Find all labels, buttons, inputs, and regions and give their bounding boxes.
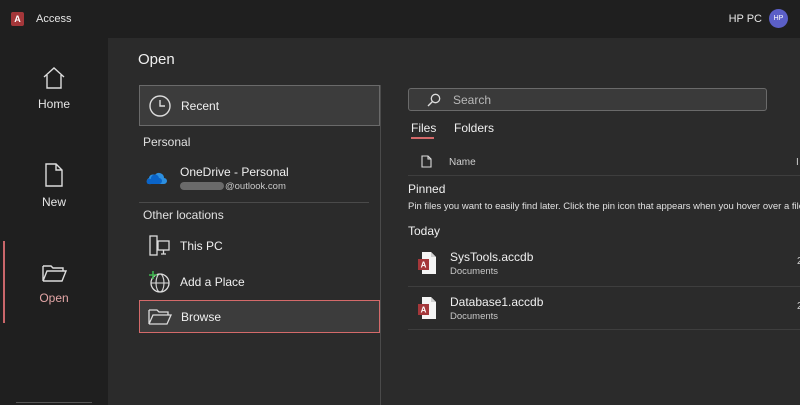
location-add-place[interactable]: Add a Place — [139, 263, 380, 301]
title-bar: A Access HP PC HP — [0, 0, 800, 38]
search-box[interactable]: Search — [408, 88, 767, 111]
redacted-email-blur — [180, 182, 224, 191]
nav-active-indicator — [3, 241, 5, 323]
location-onedrive[interactable]: OneDrive - Personal @outlook.com — [139, 160, 380, 200]
access-file-icon: A — [418, 252, 436, 274]
home-icon — [43, 66, 65, 89]
nav-item-label: Open — [39, 290, 69, 305]
location-label: Add a Place — [180, 275, 245, 289]
divider — [408, 329, 800, 330]
new-document-icon — [45, 162, 63, 187]
nav-item-label: New — [41, 194, 66, 209]
location-label: This PC — [180, 239, 223, 253]
location-label: Recent — [181, 98, 220, 113]
nav-item-home[interactable]: Home — [0, 48, 108, 128]
access-logo-icon: A — [11, 12, 24, 26]
file-row[interactable]: A SysTools.accdb Documents 2 — [408, 245, 800, 285]
today-header: Today — [408, 224, 441, 238]
clock-icon — [145, 93, 175, 119]
divider — [408, 175, 800, 176]
backstage-nav: Home New Open — [0, 38, 108, 405]
other-locations-header: Other locations — [143, 208, 224, 222]
onedrive-email: @outlook.com — [180, 181, 286, 192]
nav-item-new[interactable]: New — [0, 145, 108, 225]
search-input[interactable]: Search — [453, 93, 491, 107]
computer-icon — [144, 233, 174, 259]
personal-section-header: Personal — [143, 135, 191, 149]
location-label: Browse — [181, 309, 222, 324]
svg-text:A: A — [421, 306, 427, 315]
avatar[interactable]: HP — [769, 9, 788, 28]
location-this-pc[interactable]: This PC — [139, 227, 380, 265]
email-suffix: @outlook.com — [225, 181, 286, 192]
divider — [408, 286, 800, 287]
file-type-column-icon — [421, 155, 432, 168]
file-name: SysTools.accdb — [450, 250, 534, 264]
onedrive-cloud-icon — [146, 173, 167, 185]
search-icon — [427, 93, 441, 106]
svg-text:A: A — [421, 261, 427, 270]
app-title: Access — [36, 13, 72, 25]
column-header-name[interactable]: Name — [449, 157, 476, 168]
nav-divider — [16, 402, 92, 403]
tab-folders[interactable]: Folders — [454, 121, 494, 135]
tab-files[interactable]: Files — [411, 121, 436, 135]
pinned-description: Pin files you want to easily find later.… — [408, 201, 800, 212]
file-name: Database1.accdb — [450, 295, 544, 309]
access-file-icon: A — [418, 297, 436, 319]
globe-add-icon — [144, 269, 174, 295]
pinned-header: Pinned — [408, 182, 446, 196]
location-recent[interactable]: Recent — [139, 85, 380, 126]
active-tab-indicator — [411, 137, 434, 139]
onedrive-name: OneDrive - Personal — [180, 165, 289, 179]
divider — [139, 202, 369, 203]
page-title: Open — [138, 51, 175, 68]
nav-item-label: Home — [37, 96, 70, 111]
location-browse[interactable]: Browse — [139, 300, 380, 333]
user-name[interactable]: HP PC — [729, 13, 762, 25]
open-folder-icon — [42, 264, 67, 282]
pane-divider — [380, 85, 381, 405]
column-header-clipped[interactable]: I — [796, 157, 799, 168]
file-location: Documents — [450, 311, 499, 322]
nav-item-open[interactable]: Open — [0, 243, 108, 323]
file-location: Documents — [450, 266, 499, 277]
file-row[interactable]: A Database1.accdb Documents 2 — [408, 290, 800, 330]
folder-icon — [145, 304, 175, 330]
